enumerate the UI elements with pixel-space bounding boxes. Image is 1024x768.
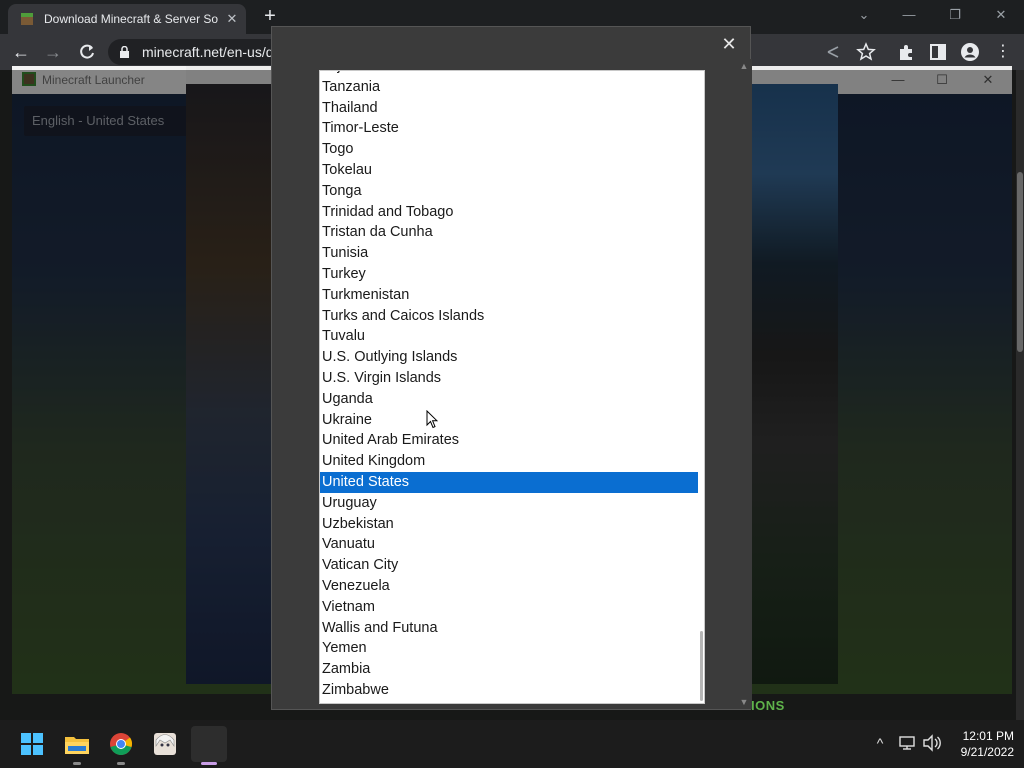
- tab-search-chevron-icon[interactable]: ⌄: [852, 4, 876, 26]
- kebab-menu-icon[interactable]: ⋮: [992, 42, 1014, 62]
- country-option[interactable]: Zimbabwe: [320, 680, 704, 701]
- tab-title: Download Minecraft & Server So: [44, 12, 219, 26]
- extensions-puzzle-icon[interactable]: [896, 42, 916, 62]
- clock-date: 9/21/2022: [960, 745, 1014, 759]
- country-option[interactable]: Turks and Caicos Islands: [320, 306, 704, 327]
- country-option[interactable]: United Kingdom: [320, 451, 704, 472]
- clock-time: 12:01 PM: [962, 729, 1014, 743]
- explorer-running-indicator: [73, 762, 81, 765]
- side-panel-icon[interactable]: [928, 42, 948, 62]
- country-items: TajikistanTanzaniaThailandTimor-LesteTog…: [320, 71, 704, 701]
- country-option[interactable]: Yemen: [320, 638, 704, 659]
- terminal-app-icon[interactable]: [191, 726, 227, 762]
- forward-arrow-icon[interactable]: →: [42, 42, 64, 62]
- windows-start-icon[interactable]: [14, 726, 50, 762]
- country-option[interactable]: Vatican City: [320, 555, 704, 576]
- country-option[interactable]: Ukraine: [320, 410, 704, 431]
- country-option[interactable]: Turkmenistan: [320, 285, 704, 306]
- bookmark-star-icon[interactable]: [856, 42, 876, 62]
- list-scroll-thumb[interactable]: [700, 631, 703, 701]
- address-bar[interactable]: minecraft.net/en-us/d: [108, 39, 278, 65]
- country-option[interactable]: Tanzania: [320, 77, 704, 98]
- chrome-running-indicator: [117, 762, 125, 765]
- active-app-indicator: [201, 762, 217, 765]
- modal-close-icon[interactable]: ✕: [716, 31, 742, 57]
- country-option[interactable]: Timor-Leste: [320, 118, 704, 139]
- country-option[interactable]: Uruguay: [320, 493, 704, 514]
- new-tab-plus-icon[interactable]: +: [260, 6, 280, 26]
- system-clock[interactable]: 12:01 PM 9/21/2022: [946, 728, 1022, 760]
- country-option[interactable]: Tristan da Cunha: [320, 222, 704, 243]
- restore-icon[interactable]: ❐: [943, 4, 967, 26]
- minimize-icon[interactable]: —: [897, 4, 921, 26]
- lock-icon: [120, 46, 129, 58]
- avatar-icon: [154, 733, 176, 755]
- modal-scrollbar[interactable]: ▲ ▼: [736, 59, 752, 709]
- anime-avatar-app-icon[interactable]: [147, 726, 183, 762]
- page-scroll-thumb[interactable]: [1017, 172, 1023, 352]
- country-option[interactable]: United Arab Emirates: [320, 430, 704, 451]
- page-scrollbar[interactable]: [1016, 70, 1024, 720]
- chrome-taskbar-icon[interactable]: [103, 726, 139, 762]
- chrome-logo-icon: [110, 733, 132, 755]
- back-arrow-icon[interactable]: ←: [10, 42, 32, 62]
- volume-icon[interactable]: [922, 734, 942, 752]
- window-close-icon[interactable]: ✕: [989, 4, 1013, 26]
- profile-avatar-icon[interactable]: [960, 42, 980, 62]
- mouse-cursor-icon: [426, 410, 438, 429]
- windows-logo-icon: [21, 733, 43, 755]
- scroll-down-arrow-icon[interactable]: ▼: [739, 697, 749, 707]
- country-option[interactable]: Vietnam: [320, 597, 704, 618]
- country-option[interactable]: U.S. Outlying Islands: [320, 347, 704, 368]
- list-scroll-track[interactable]: [698, 71, 704, 703]
- country-option[interactable]: U.S. Virgin Islands: [320, 368, 704, 389]
- windows-taskbar: ^ 12:01 PM 9/21/2022: [0, 720, 1024, 768]
- country-option[interactable]: Uganda: [320, 389, 704, 410]
- country-dropdown-list[interactable]: TajikistanTanzaniaThailandTimor-LesteTog…: [319, 70, 705, 704]
- country-option[interactable]: Venezuela: [320, 576, 704, 597]
- country-option[interactable]: Tunisia: [320, 243, 704, 264]
- country-option-selected[interactable]: United States: [320, 471, 704, 493]
- tray-overflow-chevron-icon[interactable]: ^: [872, 734, 888, 752]
- network-icon[interactable]: [898, 734, 916, 752]
- country-option[interactable]: Turkey: [320, 264, 704, 285]
- country-option[interactable]: Vanuatu: [320, 534, 704, 555]
- country-option[interactable]: Zambia: [320, 659, 704, 680]
- country-option[interactable]: Uzbekistan: [320, 514, 704, 535]
- country-option[interactable]: Trinidad and Tobago: [320, 202, 704, 223]
- country-option[interactable]: Tajikistan: [320, 71, 704, 77]
- browser-tab[interactable]: Download Minecraft & Server So ✕: [8, 4, 246, 34]
- url-text: minecraft.net/en-us/d: [142, 44, 272, 60]
- country-option[interactable]: Togo: [320, 139, 704, 160]
- reload-icon[interactable]: [76, 42, 98, 62]
- country-option[interactable]: Tuvalu: [320, 326, 704, 347]
- country-option[interactable]: Thailand: [320, 98, 704, 119]
- folder-icon: [65, 737, 89, 754]
- tab-close-icon[interactable]: ✕: [224, 11, 240, 27]
- share-icon[interactable]: [824, 42, 844, 62]
- file-explorer-icon[interactable]: [59, 726, 95, 762]
- country-option[interactable]: Tokelau: [320, 160, 704, 181]
- country-option[interactable]: Tonga: [320, 181, 704, 202]
- minecraft-favicon-icon: [21, 13, 33, 25]
- scroll-up-arrow-icon[interactable]: ▲: [739, 61, 749, 71]
- country-option[interactable]: Wallis and Futuna: [320, 618, 704, 639]
